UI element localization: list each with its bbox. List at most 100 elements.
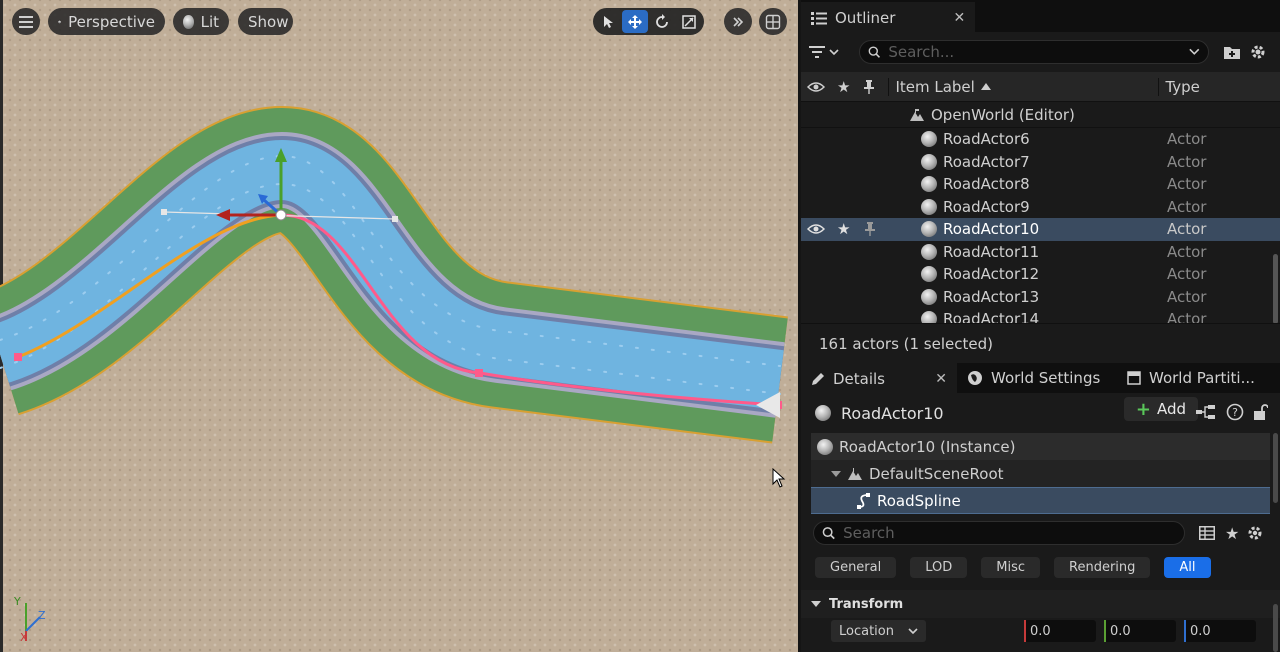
filter-lod[interactable]: LOD — [910, 556, 968, 578]
pin-icon[interactable] — [864, 79, 875, 94]
show-button[interactable]: Show — [238, 8, 293, 35]
location-z-field[interactable]: 0.0 — [1184, 620, 1256, 642]
outliner-status: 161 actors (1 selected) — [801, 323, 1280, 363]
actor-type: Actor — [1167, 310, 1207, 323]
search-icon — [822, 527, 835, 540]
transform-section-header[interactable]: Transform — [801, 590, 1280, 618]
help-icon[interactable]: ? — [1226, 403, 1244, 421]
lock-open-icon[interactable] — [1252, 403, 1268, 421]
actor-sphere-icon — [921, 311, 937, 323]
world-row[interactable]: OpenWorld (Editor) — [801, 102, 1280, 128]
road-spline-mesh[interactable] — [0, 0, 798, 652]
gear-icon[interactable] — [1249, 43, 1267, 61]
outliner-search[interactable] — [859, 40, 1209, 64]
actor-label: RoadActor7 — [943, 152, 1030, 171]
tab-details[interactable]: Details ✕ — [801, 363, 957, 393]
svg-text:?: ? — [1232, 406, 1238, 419]
rotate-tool[interactable] — [649, 10, 675, 33]
location-x-field[interactable]: 0.0 — [1024, 620, 1096, 642]
outliner-row[interactable]: ★ RoadActor10 Actor — [801, 218, 1280, 241]
gear-icon[interactable] — [1247, 525, 1263, 541]
close-icon[interactable]: ✕ — [935, 371, 947, 387]
outliner-tab-label: Outliner — [835, 9, 896, 27]
chevron-down-icon[interactable] — [831, 470, 841, 478]
outliner-row[interactable]: RoadActor8 Actor — [801, 173, 1280, 196]
location-y-field[interactable]: 0.0 — [1104, 620, 1176, 642]
tab-world-settings-label: World Settings — [991, 369, 1101, 387]
component-instance-row[interactable]: RoadActor10 (Instance) — [811, 433, 1270, 460]
pin-icon[interactable] — [865, 222, 875, 237]
location-dropdown[interactable]: Location — [831, 620, 926, 642]
outliner-row[interactable]: RoadActor13 Actor — [801, 286, 1280, 309]
actor-sphere-icon — [921, 221, 937, 238]
outliner-row-label: RoadActor14 — [921, 310, 1039, 323]
outliner-row-label: RoadActor9 — [921, 198, 1030, 216]
outliner-row[interactable]: RoadActor7 Actor — [801, 151, 1280, 174]
actor-count-label: 161 actors (1 selected) — [819, 334, 993, 353]
component-root-row[interactable]: DefaultSceneRoot — [811, 460, 1270, 487]
col-item-label-text: Item Label — [895, 77, 975, 96]
component-spline-row[interactable]: RoadSpline — [811, 487, 1270, 514]
add-component-button[interactable]: + Add — [1123, 397, 1198, 421]
add-folder-icon[interactable] — [1223, 44, 1241, 60]
details-search[interactable] — [813, 521, 1185, 545]
lit-button[interactable]: Lit — [173, 8, 229, 35]
rotate-icon — [656, 13, 668, 28]
actor-sphere-icon — [815, 405, 831, 421]
filter-button[interactable] — [809, 46, 851, 58]
grid-icon — [1127, 371, 1141, 385]
actor-label: RoadActor12 — [943, 265, 1040, 284]
eye-icon[interactable] — [807, 81, 825, 93]
details-search-bar: ★ — [801, 514, 1280, 552]
level-viewport[interactable]: Perspective Lit Show Y Z X — [0, 0, 798, 652]
more-options-button[interactable] — [724, 8, 752, 35]
outliner-toolbar — [801, 32, 1280, 72]
tab-world-settings[interactable]: World Settings — [957, 363, 1117, 393]
select-icon — [604, 15, 613, 28]
filter-general[interactable]: General — [815, 556, 897, 578]
close-icon[interactable]: ✕ — [953, 10, 965, 26]
outliner-row[interactable]: RoadActor6 Actor — [801, 128, 1280, 151]
axis-indicator: Y Z X — [12, 595, 48, 645]
actor-sphere-icon — [921, 266, 937, 283]
details-scrollbar[interactable] — [1273, 604, 1278, 652]
star-icon[interactable]: ★ — [837, 220, 850, 238]
perspective-button[interactable]: Perspective — [48, 8, 165, 35]
chevron-down-icon[interactable] — [1189, 48, 1200, 56]
eye-icon[interactable] — [807, 223, 825, 235]
outliner-scrollbar[interactable] — [1273, 254, 1278, 323]
blueprint-icon[interactable] — [1196, 404, 1216, 420]
lit-label: Lit — [200, 12, 219, 31]
star-icon[interactable]: ★ — [837, 78, 850, 96]
actor-type: Actor — [1167, 130, 1207, 149]
components-scrollbar[interactable] — [1273, 433, 1278, 503]
select-tool[interactable] — [595, 10, 621, 33]
star-icon[interactable]: ★ — [1225, 524, 1239, 543]
table-view-icon[interactable] — [1199, 526, 1215, 540]
actor-label: RoadActor14 — [943, 310, 1040, 323]
outliner-row[interactable]: RoadActor12 Actor — [801, 263, 1280, 286]
filter-rendering[interactable]: Rendering — [1054, 556, 1151, 578]
outliner-row[interactable]: RoadActor14 Actor — [801, 308, 1280, 323]
actor-type: Actor — [1167, 220, 1207, 239]
filter-all[interactable]: All — [1164, 556, 1211, 578]
scale-tool[interactable] — [676, 10, 702, 33]
add-label: Add — [1156, 400, 1186, 418]
viewport-menu-button[interactable] — [12, 8, 40, 35]
layout-button[interactable] — [759, 8, 787, 35]
outliner-row-label: RoadActor7 — [921, 153, 1030, 171]
outliner-row[interactable]: RoadActor9 Actor — [801, 196, 1280, 219]
tab-world-partition[interactable]: World Partiti... — [1117, 363, 1265, 393]
actor-name: RoadActor10 — [841, 403, 944, 423]
chevron-down-icon — [829, 49, 839, 56]
outliner-row[interactable]: RoadActor11 Actor — [801, 241, 1280, 264]
move-tool[interactable] — [622, 10, 648, 33]
outliner-search-input[interactable] — [888, 43, 1182, 61]
col-item-label[interactable]: Item Label — [888, 77, 1158, 96]
tab-outliner[interactable]: Outliner ✕ — [801, 2, 976, 32]
show-label: Show — [248, 12, 289, 31]
details-search-input[interactable] — [843, 524, 1176, 542]
filter-misc[interactable]: Misc — [981, 556, 1041, 578]
col-type[interactable]: Type — [1158, 77, 1200, 96]
tab-world-partition-label: World Partiti... — [1149, 369, 1255, 387]
